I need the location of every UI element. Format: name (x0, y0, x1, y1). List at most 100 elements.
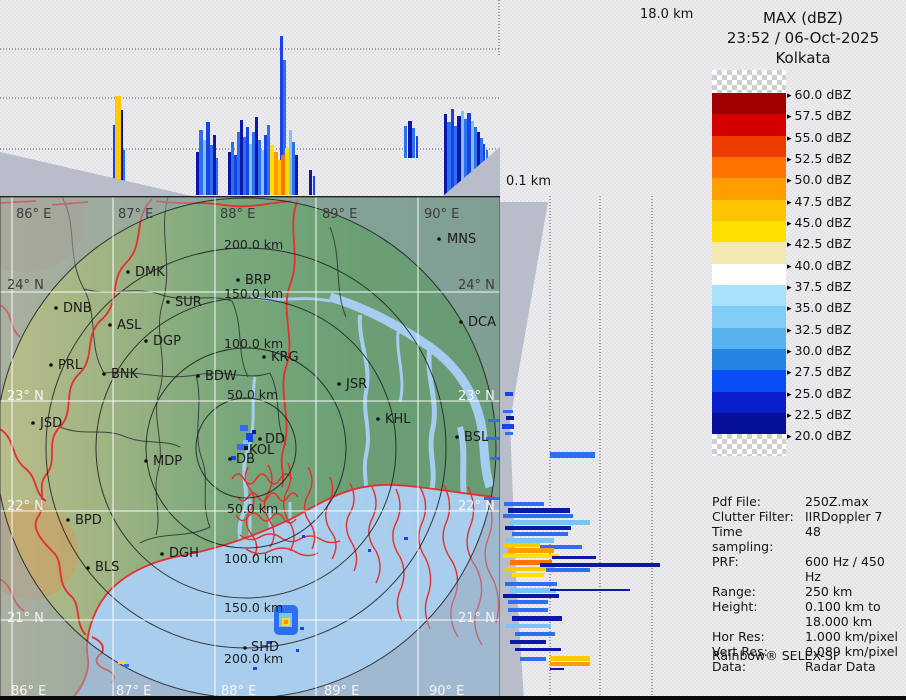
echo-columns (113, 36, 488, 195)
scale-tick: ▸37.5 dBZ (787, 279, 851, 293)
scale-tick-text: 57.5 dBZ (795, 108, 852, 123)
info-value: 250Z.max (805, 494, 904, 509)
info-label: Height: (712, 599, 805, 614)
scale-tick-text: 50.0 dBZ (795, 172, 852, 187)
product-info-block: Pdf File:250Z.max Clutter Filter:IIRDopp… (712, 494, 904, 674)
legend-header: MAX (dBZ) 23:52 / 06-Oct-2025 Kolkata (700, 8, 906, 68)
profile-max-height-label: 18.0 km (640, 7, 693, 22)
scale-tick-text: 25.0 dBZ (795, 386, 852, 401)
tick-arrow-icon: ▸ (787, 283, 792, 293)
info-value: IIRDoppler 7 (805, 509, 904, 524)
scale-tick: ▸45.0 dBZ (787, 215, 851, 229)
city-label-dgp: DGP (153, 334, 181, 349)
info-label: Time sampling: (712, 524, 805, 554)
city-label-jsd: JSD (39, 416, 62, 431)
city-label-dnb: DNB (63, 301, 92, 316)
radar-display-window: { "header": { "title": "MAX (dBZ)", "dat… (0, 0, 906, 700)
scale-tick: ▸40.0 dBZ (787, 258, 851, 272)
scale-block (712, 413, 786, 434)
scale-block (712, 392, 786, 413)
tick-arrow-icon: ▸ (787, 368, 792, 378)
scale-tick: ▸55.0 dBZ (787, 130, 851, 144)
info-row: Hor Res:1.000 km/pixel (712, 629, 904, 644)
scale-block (712, 264, 786, 285)
scale-tick: ▸60.0 dBZ (787, 87, 851, 101)
scale-tick-text: 52.5 dBZ (795, 151, 852, 166)
lat-label-22n-right: 22° N (458, 499, 495, 514)
tick-arrow-icon: ▸ (787, 155, 792, 165)
info-row: Range:250 km (712, 584, 904, 599)
lon-label-86e-top: 86° E (16, 207, 51, 222)
city-label-dgh: DGH (169, 546, 199, 561)
ring-label-150s: 150.0 km (224, 600, 283, 615)
ring-label-100n: 100.0 km (224, 336, 283, 351)
tick-arrow-icon: ▸ (787, 176, 792, 186)
profile-min-height-label: 0.1 km (506, 174, 551, 189)
info-row: Clutter Filter:IIRDoppler 7 (712, 509, 904, 524)
scale-tick: ▸25.0 dBZ (787, 386, 851, 400)
city-label-bnk: BNK (111, 367, 139, 382)
info-value: 600 Hz / 450 Hz (805, 554, 904, 584)
city-label-asl: ASL (117, 318, 142, 333)
scale-tick: ▸32.5 dBZ (787, 322, 851, 336)
ring-label-50n: 50.0 km (227, 387, 278, 402)
scale-block (712, 285, 786, 306)
ring-label-200s: 200.0 km (224, 651, 283, 666)
lat-label-24n-left: 24° N (7, 278, 44, 293)
info-row: Pdf File:250Z.max (712, 494, 904, 509)
scale-tick-text: 60.0 dBZ (795, 87, 852, 102)
profile-gridlines (550, 196, 652, 700)
scale-tick-text: 20.0 dBZ (795, 428, 852, 443)
scale-tick: ▸27.5 dBZ (787, 364, 851, 378)
info-label: Range: (712, 584, 805, 599)
city-label-dca: DCA (468, 315, 496, 330)
lat-label-21n-right: 21° N (458, 611, 495, 626)
info-label: PRF: (712, 554, 805, 584)
station-name: Kolkata (700, 48, 906, 68)
scale-tick-text: 45.0 dBZ (795, 215, 852, 230)
scale-tick: ▸47.5 dBZ (787, 194, 851, 208)
radar-map-panel: MNS DMK BRP DNB SUR ASL DGP KRG PRL BNK … (0, 196, 500, 698)
city-label-sur: SUR (175, 295, 202, 310)
info-value: 250 km (805, 584, 904, 599)
lat-label-22n-left: 22° N (7, 499, 44, 514)
city-label-bls: BLS (95, 560, 119, 575)
scale-tick: ▸42.5 dBZ (787, 236, 851, 250)
lat-label-21n-left: 21° N (7, 611, 44, 626)
tick-arrow-icon: ▸ (787, 198, 792, 208)
ew-height-profile-panel (0, 0, 500, 196)
tick-arrow-icon: ▸ (787, 262, 792, 272)
city-label-mns: MNS (447, 232, 476, 247)
scale-block (712, 136, 786, 157)
lat-label-23n-right: 23° N (458, 389, 495, 404)
scale-tick-text: 37.5 dBZ (795, 279, 852, 294)
info-row: Time sampling:48 (712, 524, 904, 554)
tick-arrow-icon: ▸ (787, 91, 792, 101)
scale-block (712, 221, 786, 242)
info-value: 18.000 km (805, 614, 904, 629)
lon-label-89e-top: 89° E (322, 207, 357, 222)
lon-label-90e-top: 90° E (424, 207, 459, 222)
ring-label-50s: 50.0 km (227, 501, 278, 516)
info-label: Hor Res: (712, 629, 805, 644)
lat-label-23n-left: 23° N (7, 389, 44, 404)
tick-arrow-icon: ▸ (787, 112, 792, 122)
scale-block-above-60 (712, 70, 786, 93)
scale-block (712, 242, 786, 263)
scale-block (712, 114, 786, 135)
tick-arrow-icon: ▸ (787, 240, 792, 250)
bottom-black-bar (0, 696, 906, 700)
tick-arrow-icon: ▸ (787, 347, 792, 357)
city-label-jsr: JSR (345, 377, 367, 392)
echo-rows (502, 392, 660, 670)
lon-label-87e-top: 87° E (118, 207, 153, 222)
scale-tick-text: 22.5 dBZ (795, 407, 852, 422)
scale-tick: ▸57.5 dBZ (787, 108, 851, 122)
ring-label-200n: 200.0 km (224, 237, 283, 252)
city-label-db: DB (236, 452, 255, 467)
city-label-prl: PRL (58, 358, 83, 373)
city-label-dmk: DMK (135, 265, 165, 280)
city-label-khl: KHL (385, 412, 411, 427)
info-row: Height:0.100 km to (712, 599, 904, 614)
scale-tick: ▸22.5 dBZ (787, 407, 851, 421)
